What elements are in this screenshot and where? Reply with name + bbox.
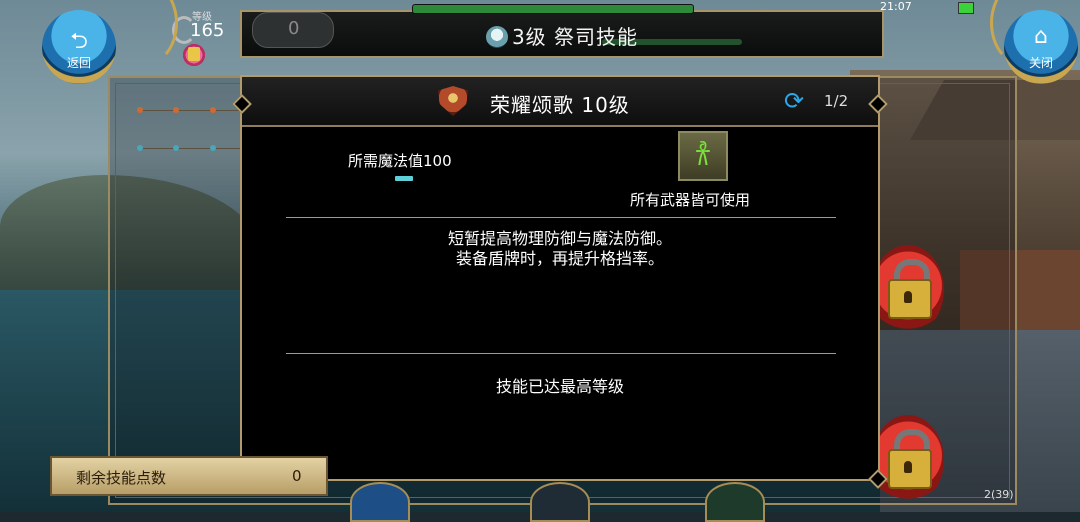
level-value: 165 [190,20,225,41]
page-title: 3级 祭司技能 [242,21,882,50]
locked-skill-slot[interactable] [872,415,944,505]
skill-link-line [140,148,240,149]
skill-description: 短暂提高物理防御与魔法防御。 装备盾牌时，再提升格挡率。 [447,229,672,268]
close-button[interactable]: ⌂ 关闭 [1004,10,1078,84]
dialog-header: 荣耀颂歌 10级 ⟳ 1/2 [242,77,878,127]
skill-points-panel: 剩余技能点数 0 [50,456,328,496]
skill-node [173,145,179,151]
skill-node [210,107,216,113]
home-icon: ⌂ [1034,24,1048,49]
all-weapons-icon: 𐀪 [678,131,728,181]
back-button[interactable]: ⮌ 返回 [42,10,116,84]
mana-requirement: 所需魔法值100 [348,152,452,170]
player-level: 等级 165 [170,10,236,44]
skill-detail-dialog: 荣耀颂歌 10级 ⟳ 1/2 所需魔法值100 𐀪 所有武器皆可使用 短暂提高物… [232,75,888,489]
skill-node [173,107,179,113]
skill-node [210,145,216,151]
max-level-notice: 技能已达最高等级 [495,377,624,396]
counter-value: 0 [288,18,300,39]
title-bar: 3级 祭司技能 [240,4,884,58]
divider [286,217,836,218]
skill-name: 荣耀颂歌 10级 [490,93,630,117]
divider [286,353,836,354]
skill-orb[interactable] [530,482,590,522]
gift-icon[interactable] [181,42,207,68]
bottom-counter: 2(39) [984,488,1014,501]
hp-bar [412,4,694,14]
skill-orb[interactable] [705,482,765,522]
skill-node [137,145,143,151]
page-indicator: 1/2 [824,92,849,110]
skill-points-value: 0 [292,467,302,485]
skill-points-label: 剩余技能点数 [76,469,167,487]
locked-skill-slot[interactable] [872,245,944,335]
shield-skill-icon [438,86,468,116]
skill-link-line [140,110,240,111]
battery-icon [958,2,974,14]
skill-orb[interactable] [350,482,410,522]
priest-class-icon [485,26,508,48]
skill-node [137,107,143,113]
refresh-icon[interactable]: ⟳ [780,88,808,114]
weapon-requirement: 所有武器皆可使用 [630,191,751,209]
mana-bar [395,176,413,181]
clock: 21:07 [880,0,912,13]
